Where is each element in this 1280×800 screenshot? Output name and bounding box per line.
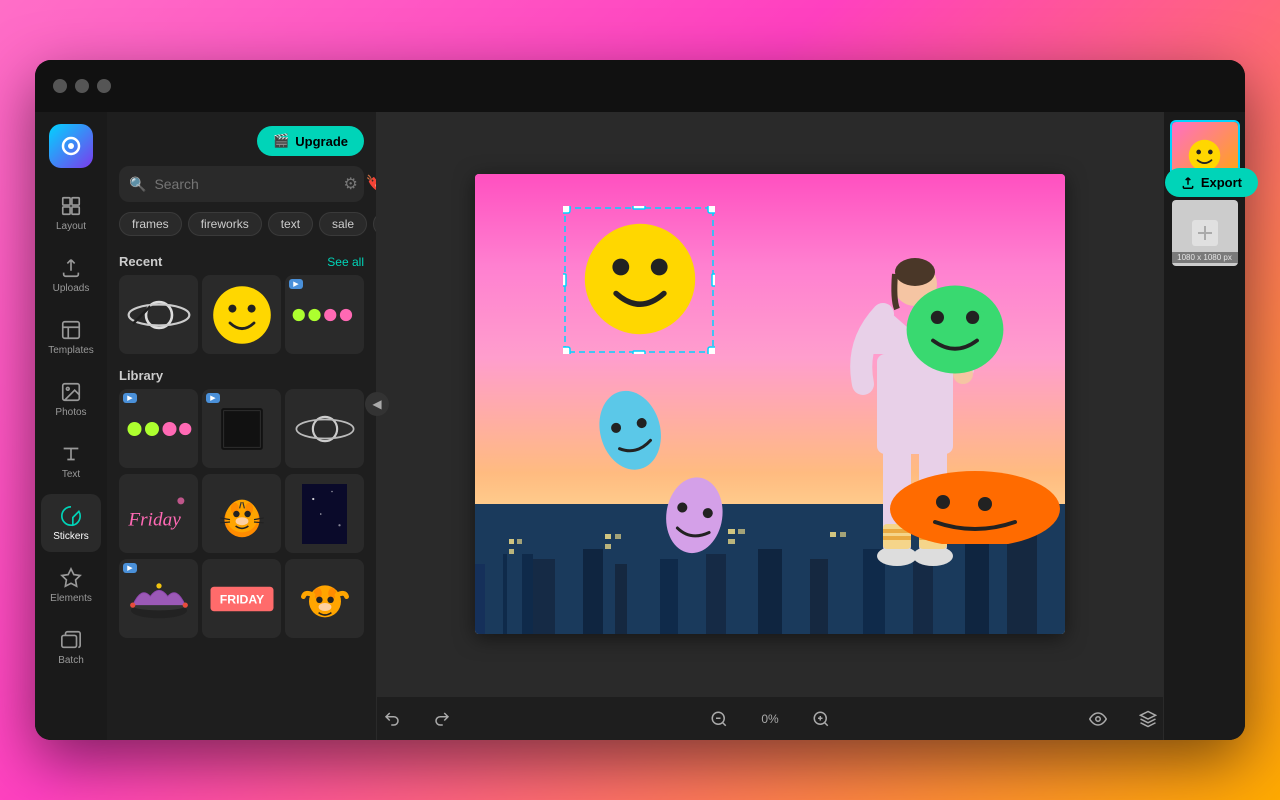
sidebar-item-text[interactable]: Text — [41, 432, 101, 490]
video-badge-2: ▶ — [123, 393, 137, 403]
sidebar-item-elements[interactable]: Elements — [41, 556, 101, 614]
see-all-link[interactable]: See all — [327, 255, 364, 269]
sticker-tiger[interactable] — [202, 474, 281, 553]
library-sticker-grid-3: ▶ FRIDAY — [107, 559, 376, 638]
library-section-header: Library — [107, 360, 376, 389]
panel-header: 🎬 Upgrade — [107, 112, 376, 166]
main-canvas-area: ◀ — [377, 112, 1163, 740]
minimize-traffic-light[interactable] — [75, 79, 89, 93]
sticker-crown[interactable]: ▶ — [119, 559, 198, 638]
tag-frames[interactable]: frames — [119, 212, 182, 236]
close-traffic-light[interactable] — [53, 79, 67, 93]
library-title: Library — [119, 368, 163, 383]
sticker-saturn-2[interactable] — [285, 389, 364, 468]
export-label: Export — [1201, 175, 1242, 190]
canvas-orange-smiley[interactable] — [885, 454, 1030, 534]
canvas[interactable] — [475, 174, 1065, 634]
sidebar-item-batch[interactable]: Batch — [41, 618, 101, 676]
stickers-scroll: Recent See all — [107, 246, 376, 740]
sticker-friday-cursive[interactable]: Friday — [119, 474, 198, 553]
right-thumbnails-panel: 1080 x 1080 px 1080 x 1080 px — [1163, 112, 1245, 740]
video-badge-3: ▶ — [206, 393, 220, 403]
sidebar-uploads-label: Uploads — [53, 283, 90, 294]
stickers-panel: 🎬 Upgrade 🔍 ⚙ 🔖 frames fireworks text sa… — [107, 112, 377, 740]
tag-fireworks[interactable]: fireworks — [188, 212, 262, 236]
sticker-saturn[interactable] — [119, 275, 198, 354]
sidebar-item-templates[interactable]: Templates — [41, 308, 101, 366]
recent-section-header: Recent See all — [107, 246, 376, 275]
traffic-lights — [53, 79, 111, 93]
sticker-tiger-2[interactable] — [285, 559, 364, 638]
app-content: Layout Uploads Templates — [35, 112, 1245, 740]
tag-happy[interactable]: happ — [373, 212, 376, 236]
library-sticker-grid-1: ▶ ▶ — [107, 389, 376, 468]
svg-text:Friday: Friday — [127, 509, 181, 530]
redo-icon — [433, 710, 451, 728]
zoom-in-button[interactable] — [806, 704, 836, 734]
sidebar-layout-label: Layout — [56, 221, 86, 232]
search-input[interactable] — [154, 176, 335, 192]
sticker-friday-badge[interactable]: FRIDAY — [202, 559, 281, 638]
undo-icon — [383, 710, 401, 728]
upgrade-button[interactable]: 🎬 Upgrade — [257, 126, 364, 156]
sidebar-photos-label: Photos — [55, 407, 86, 418]
sticker-dots[interactable]: ▶ — [285, 275, 364, 354]
browser-chrome — [35, 60, 1245, 112]
canvas-green-smiley[interactable] — [900, 269, 1010, 379]
zoom-level: 0% — [754, 712, 786, 726]
layers-button[interactable] — [1133, 704, 1163, 734]
video-badge: ▶ — [289, 279, 303, 289]
thumbnail-2-icon — [1190, 218, 1220, 248]
maximize-traffic-light[interactable] — [97, 79, 111, 93]
sidebar-templates-label: Templates — [48, 345, 94, 356]
collapse-panel-button[interactable]: ◀ — [365, 392, 389, 416]
recent-sticker-grid: ▶ — [107, 275, 376, 354]
search-icon: 🔍 — [129, 176, 146, 193]
library-sticker-grid-2: Friday — [107, 474, 376, 553]
canvas-toolbar: 0% — [377, 696, 1163, 740]
sidebar-elements-label: Elements — [50, 593, 92, 604]
sidebar-stickers-label: Stickers — [53, 531, 89, 542]
eye-button[interactable] — [1083, 704, 1113, 734]
canvas-background — [475, 174, 1065, 634]
sticker-dark-space[interactable] — [285, 474, 364, 553]
eye-icon — [1089, 710, 1107, 728]
zoom-out-icon — [710, 710, 728, 728]
recent-title: Recent — [119, 254, 162, 269]
tag-sale[interactable]: sale — [319, 212, 367, 236]
sidebar-text-label: Text — [62, 469, 80, 480]
selection-box — [563, 206, 715, 354]
upgrade-label: Upgrade — [295, 134, 348, 149]
tag-row: frames fireworks text sale happ — [107, 212, 376, 246]
canvas-pink-smiley[interactable] — [654, 461, 746, 561]
sticker-balls[interactable]: ▶ — [119, 389, 198, 468]
undo-button[interactable] — [377, 704, 407, 734]
upgrade-icon: 🎬 — [273, 133, 289, 149]
video-badge-4: ▶ — [123, 563, 137, 573]
zoom-out-button[interactable] — [704, 704, 734, 734]
redo-button[interactable] — [427, 704, 457, 734]
sidebar-item-stickers[interactable]: Stickers — [41, 494, 101, 552]
sidebar-item-photos[interactable]: Photos — [41, 370, 101, 428]
tag-text[interactable]: text — [268, 212, 313, 236]
sidebar-item-uploads[interactable]: Uploads — [41, 246, 101, 304]
export-button[interactable]: Export — [1165, 168, 1245, 197]
sticker-dark-frame[interactable]: ▶ — [202, 389, 281, 468]
thumbnail-2-size: 1080 x 1080 px — [1172, 252, 1238, 263]
export-icon — [1181, 176, 1195, 190]
app-logo — [49, 124, 93, 168]
bookmark-icon[interactable]: 🔖 — [366, 174, 377, 194]
sticker-yellow-smiley[interactable] — [202, 275, 281, 354]
sidebar-batch-label: Batch — [58, 655, 84, 666]
zoom-in-icon — [812, 710, 830, 728]
sidebar-item-layout[interactable]: Layout — [41, 184, 101, 242]
sidebar: Layout Uploads Templates — [35, 112, 107, 740]
svg-text:FRIDAY: FRIDAY — [219, 592, 263, 606]
layers-icon — [1139, 710, 1157, 728]
search-bar: 🔍 ⚙ 🔖 — [119, 166, 364, 202]
browser-window: Layout Uploads Templates — [35, 60, 1245, 740]
filter-icon[interactable]: ⚙ — [343, 174, 357, 194]
thumbnail-2[interactable]: 1080 x 1080 px — [1170, 198, 1240, 268]
